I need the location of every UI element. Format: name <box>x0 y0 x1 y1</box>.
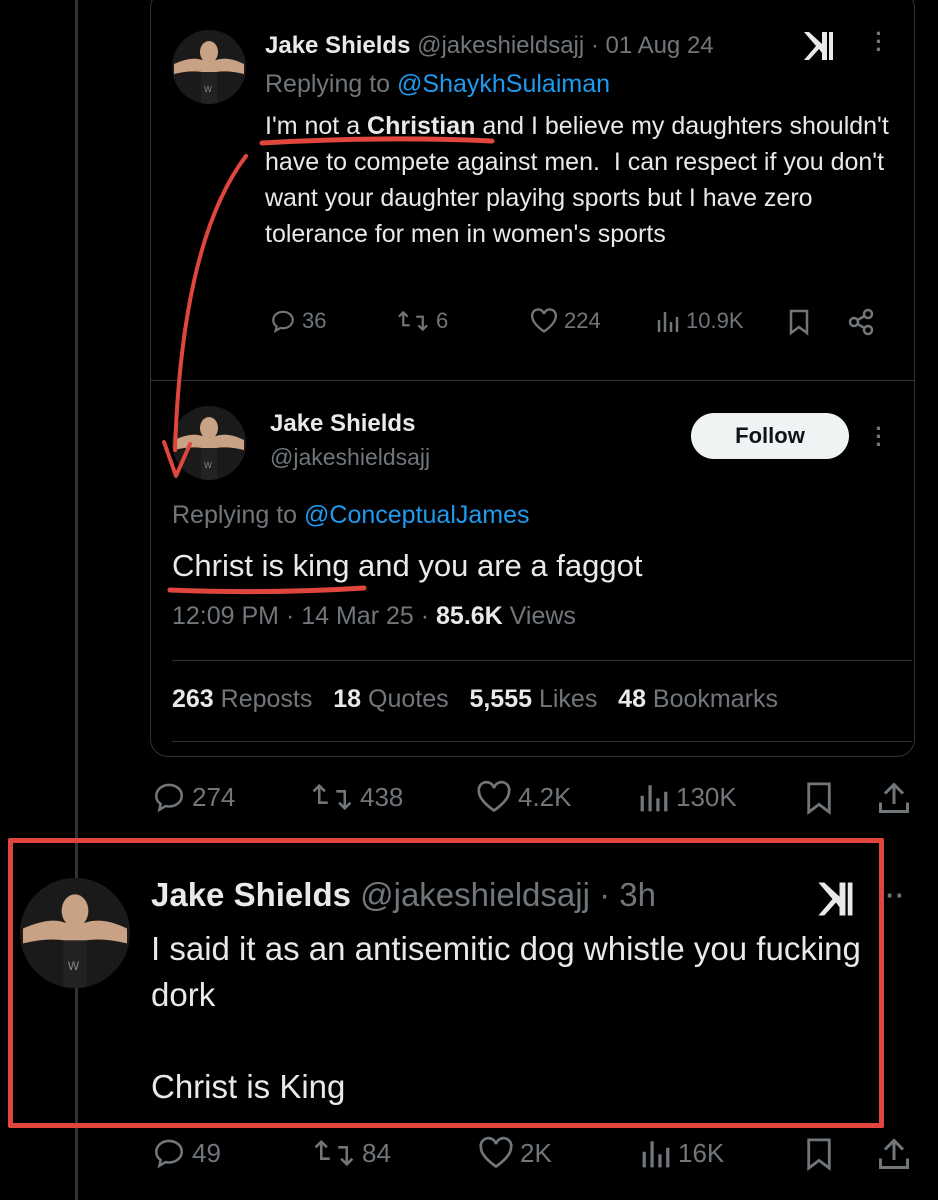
repost-button[interactable]: 6 <box>396 308 448 334</box>
tweet-meta: 12:09 PM · 14 Mar 25 · 85.6K Views <box>172 602 576 631</box>
tweet-timestamp[interactable]: · 01 Aug 24 <box>591 32 714 59</box>
quotes-stat[interactable]: 18 Quotes <box>333 685 448 713</box>
more-options-icon[interactable]: · · · <box>874 418 884 456</box>
heart-icon <box>531 308 557 333</box>
likes-stat[interactable]: 5,555 Likes <box>469 685 597 713</box>
follow-button[interactable]: Follow <box>691 413 849 459</box>
profile-photo-icon: W <box>172 30 246 104</box>
reply-count: 36 <box>302 308 327 333</box>
bookmarks-count: 48 <box>618 685 646 713</box>
tweet-text: I'm not a Christian and I believe my dau… <box>265 108 895 252</box>
repost-count: 438 <box>360 781 404 812</box>
repost-button[interactable]: 438 <box>310 780 403 814</box>
repost-icon <box>314 1139 354 1167</box>
quotes-label: Quotes <box>361 685 449 713</box>
share-icon[interactable] <box>846 308 876 336</box>
reply-button[interactable]: 49 <box>152 1136 221 1170</box>
author-name[interactable]: Jake Shields <box>151 876 351 913</box>
share-icon[interactable] <box>876 1136 912 1172</box>
avatar[interactable]: W <box>20 878 130 988</box>
grok-icon[interactable] <box>816 880 856 918</box>
avatar[interactable]: W <box>172 406 246 480</box>
heart-icon <box>479 1136 513 1169</box>
views-button[interactable]: 16K <box>640 1136 724 1170</box>
repost-count: 6 <box>436 308 449 333</box>
bookmark-icon[interactable] <box>804 1136 834 1172</box>
author-name[interactable]: Jake Shields <box>270 410 415 438</box>
mention-link[interactable]: @ConceptualJames <box>304 501 530 529</box>
bookmarks-label: Bookmarks <box>645 685 778 713</box>
views-count: 16K <box>678 1137 725 1168</box>
like-count: 224 <box>564 308 601 333</box>
bookmark-icon[interactable] <box>804 780 834 816</box>
reply-count: 49 <box>192 1137 221 1168</box>
author-handle[interactable]: @jakeshieldsajj <box>360 876 590 913</box>
mention-link[interactable]: @ShaykhSulaiman <box>397 70 610 98</box>
repost-button[interactable]: 84 <box>312 1136 391 1170</box>
avatar[interactable]: W <box>172 30 246 104</box>
views-count: 10.9K <box>686 308 744 333</box>
bookmark-icon[interactable] <box>788 308 810 336</box>
views-count: 85.6K <box>436 602 503 630</box>
reply-icon <box>154 783 184 813</box>
reply-button[interactable]: 36 <box>270 308 326 334</box>
tweet-text-bold: Christian <box>367 112 476 140</box>
tweet1-header: Jake Shields @jakeshieldsajj · 01 Aug 24 <box>265 32 714 60</box>
tweet-timestamp[interactable]: 12:09 PM · 14 Mar 25 · <box>172 602 436 630</box>
like-count: 2K <box>520 1137 552 1168</box>
tweet-text-prefix: I'm not a <box>265 112 368 140</box>
repost-count: 84 <box>362 1137 391 1168</box>
reply-button[interactable]: 274 <box>152 780 235 814</box>
likes-label: Likes <box>532 685 598 713</box>
repost-icon <box>312 783 352 811</box>
analytics-icon <box>657 312 679 332</box>
tweet3-header: Jake Shields @jakeshieldsajj · 3h <box>151 876 656 914</box>
like-button[interactable]: 224 <box>530 308 601 334</box>
bookmarks-stat[interactable]: 48 Bookmarks <box>618 685 778 713</box>
tweet-text: Christ is king and you are a faggot <box>172 548 643 583</box>
svg-text:W: W <box>204 85 212 94</box>
like-button[interactable]: 2K <box>478 1136 552 1170</box>
likes-count: 5,555 <box>469 685 533 713</box>
replying-to: Replying to @ConceptualJames <box>172 501 530 530</box>
views-label: Views <box>502 602 576 630</box>
svg-text:W: W <box>204 461 212 470</box>
like-count: 4.2K <box>518 781 572 812</box>
author-name[interactable]: Jake Shields <box>265 32 410 59</box>
views-count: 130K <box>676 781 737 812</box>
reply-icon <box>272 310 294 333</box>
divider <box>151 380 914 381</box>
divider <box>172 741 912 742</box>
reposts-label: Reposts <box>213 685 313 713</box>
tweet-timestamp[interactable]: · 3h <box>599 876 656 913</box>
engagement-stats: 263 Reposts 18 Quotes 5,555 Likes 48 Boo… <box>172 685 778 714</box>
like-button[interactable]: 4.2K <box>476 780 572 814</box>
author-handle[interactable]: @jakeshieldsajj <box>270 444 430 471</box>
tweet-text: I said it as an antisemitic dog whistle … <box>151 930 861 1105</box>
profile-photo-icon: W <box>172 406 246 480</box>
replying-to-label: Replying to <box>265 70 398 98</box>
author-handle[interactable]: @jakeshieldsajj <box>417 32 584 59</box>
analytics-icon <box>642 1141 670 1168</box>
reposts-count: 263 <box>172 685 214 713</box>
more-options-icon[interactable]: · · · <box>874 23 884 61</box>
repost-icon <box>398 310 428 332</box>
views-button[interactable]: 10.9K <box>656 308 744 334</box>
profile-photo-icon: W <box>20 878 130 988</box>
share-icon[interactable] <box>876 780 912 816</box>
svg-text:W: W <box>68 959 80 973</box>
divider <box>172 660 912 661</box>
views-button[interactable]: 130K <box>638 780 737 814</box>
reply-icon <box>154 1139 184 1169</box>
replying-to-label: Replying to <box>172 501 305 529</box>
reply-count: 274 <box>192 781 236 812</box>
analytics-icon <box>640 785 668 812</box>
heart-icon <box>477 780 511 813</box>
replying-to: Replying to @ShaykhSulaiman <box>265 70 610 99</box>
grok-icon[interactable] <box>802 30 836 62</box>
reposts-stat[interactable]: 263 Reposts <box>172 685 312 713</box>
more-options-icon[interactable]: ·· <box>886 880 905 911</box>
quotes-count: 18 <box>333 685 362 713</box>
